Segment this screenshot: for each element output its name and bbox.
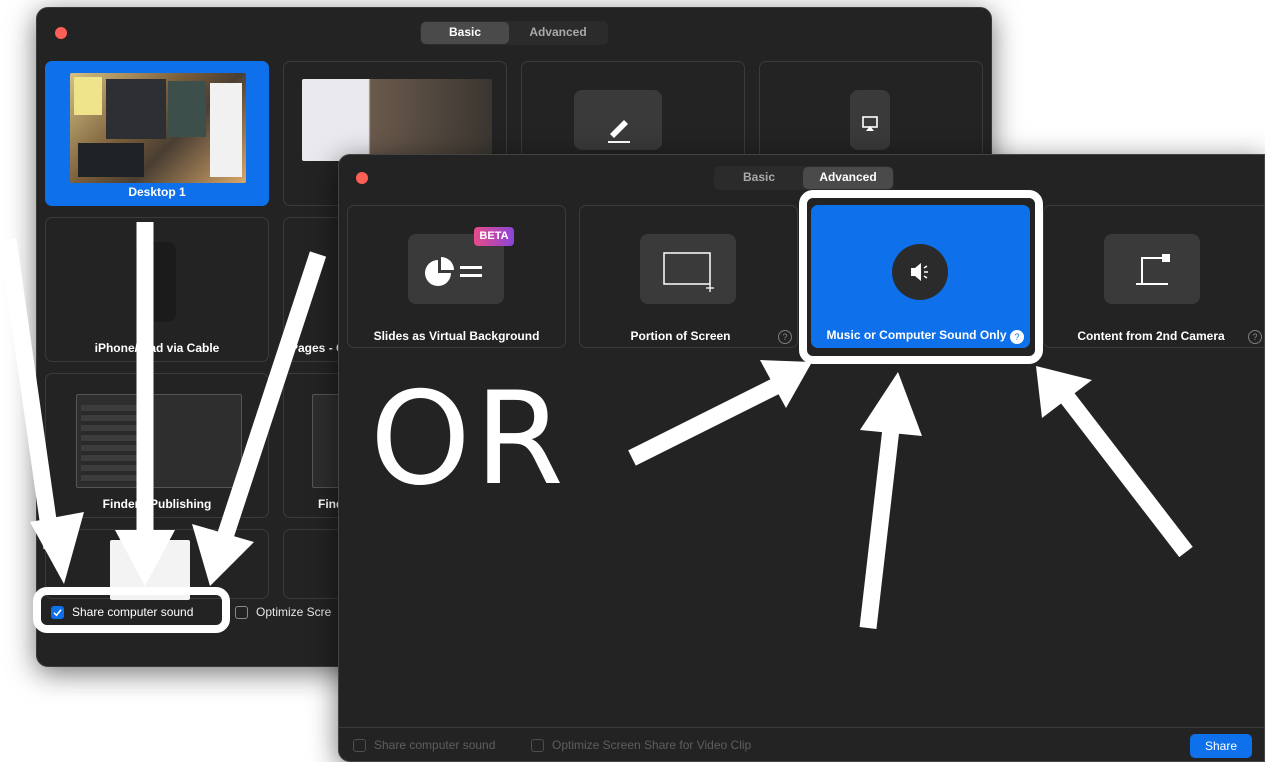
help-icon[interactable]: ?	[778, 330, 792, 344]
window-close-button[interactable]	[356, 172, 368, 184]
tile-iphone-cable[interactable]: iPhone/iPad via Cable	[45, 217, 269, 362]
tile-desktop-1[interactable]: Desktop 1	[45, 61, 269, 206]
portion-screen-icon	[640, 234, 736, 304]
tile-label: Slides as Virtual Background	[373, 329, 540, 343]
beta-badge: BETA	[474, 227, 514, 246]
finder-thumbnail	[76, 394, 242, 488]
pen-icon	[574, 90, 662, 150]
document-camera-icon	[1104, 234, 1200, 304]
tile-label: Portion of Screen	[630, 329, 731, 343]
help-icon[interactable]: ?	[1248, 330, 1262, 344]
desktop-thumbnail	[70, 73, 246, 183]
share-sound-label: Share computer sound	[374, 738, 496, 752]
tab-switcher: Basic Advanced	[714, 166, 894, 190]
highlight-box-share-sound	[33, 587, 230, 633]
optimize-checkbox[interactable]	[235, 605, 248, 619]
tile-label: Finder - Publishing	[102, 497, 212, 511]
tab-basic[interactable]: Basic	[421, 22, 509, 44]
tile-content-2nd-camera[interactable]: Content from 2nd Camera ?	[1043, 205, 1264, 348]
tile-finder-publishing[interactable]: Finder - Publishing	[45, 373, 269, 518]
tab-advanced[interactable]: Advanced	[803, 167, 893, 189]
optimize-option[interactable]: Optimize Scre	[235, 605, 331, 619]
tab-basic[interactable]: Basic	[715, 167, 803, 189]
or-annotation: OR	[370, 365, 568, 514]
share-sound-checkbox[interactable]	[353, 738, 366, 752]
optimize-label: Optimize Screen Share for Video Clip	[552, 738, 752, 752]
optimize-label: Optimize Scre	[256, 605, 332, 619]
window-close-button[interactable]	[55, 27, 67, 39]
tile-label: Desktop 1	[128, 185, 186, 199]
optimize-option[interactable]: Optimize Screen Share for Video Clip	[531, 738, 751, 752]
highlight-box-music-sound	[799, 190, 1043, 364]
phone-icon	[136, 242, 176, 322]
tile-label: iPhone/iPad via Cable	[94, 341, 220, 355]
tab-switcher: Basic Advanced	[420, 21, 608, 45]
share-button[interactable]: Share	[1190, 734, 1252, 758]
window-thumbnail	[302, 79, 492, 161]
tile-slides-virtual-background[interactable]: BETA Slides as Virtual Background	[347, 205, 566, 348]
divider	[339, 727, 1264, 728]
optimize-checkbox[interactable]	[531, 738, 544, 752]
tab-advanced[interactable]: Advanced	[509, 22, 607, 44]
airplay-icon	[850, 90, 890, 150]
tile-label: Content from 2nd Camera	[1077, 329, 1225, 343]
tile-portion-of-screen[interactable]: Portion of Screen ?	[579, 205, 798, 348]
share-computer-sound-option[interactable]: Share computer sound	[353, 738, 495, 752]
